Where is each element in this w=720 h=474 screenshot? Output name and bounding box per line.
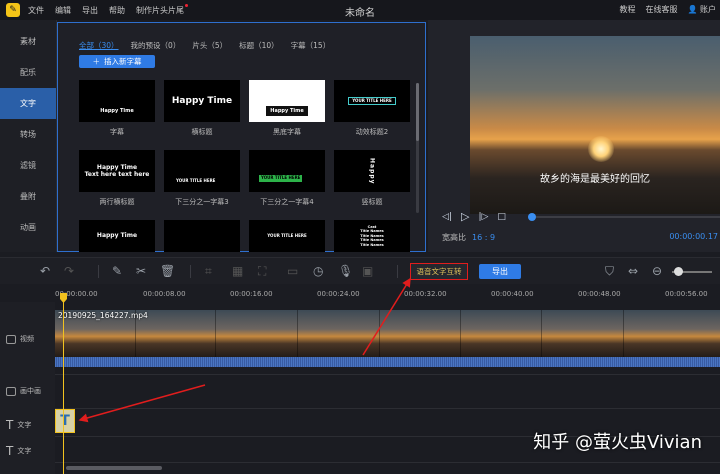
watermark: 知乎 @萤火虫Vivian [533, 432, 702, 453]
annotation-arrow [78, 384, 206, 423]
annotation-arrow [362, 277, 411, 356]
video-editor-window: ✎ 文件 编辑 导出 帮助 制作片头片尾 未命名 教程 在线客服 👤 账户 素材… [0, 0, 720, 474]
annotation-arrows [78, 277, 411, 423]
